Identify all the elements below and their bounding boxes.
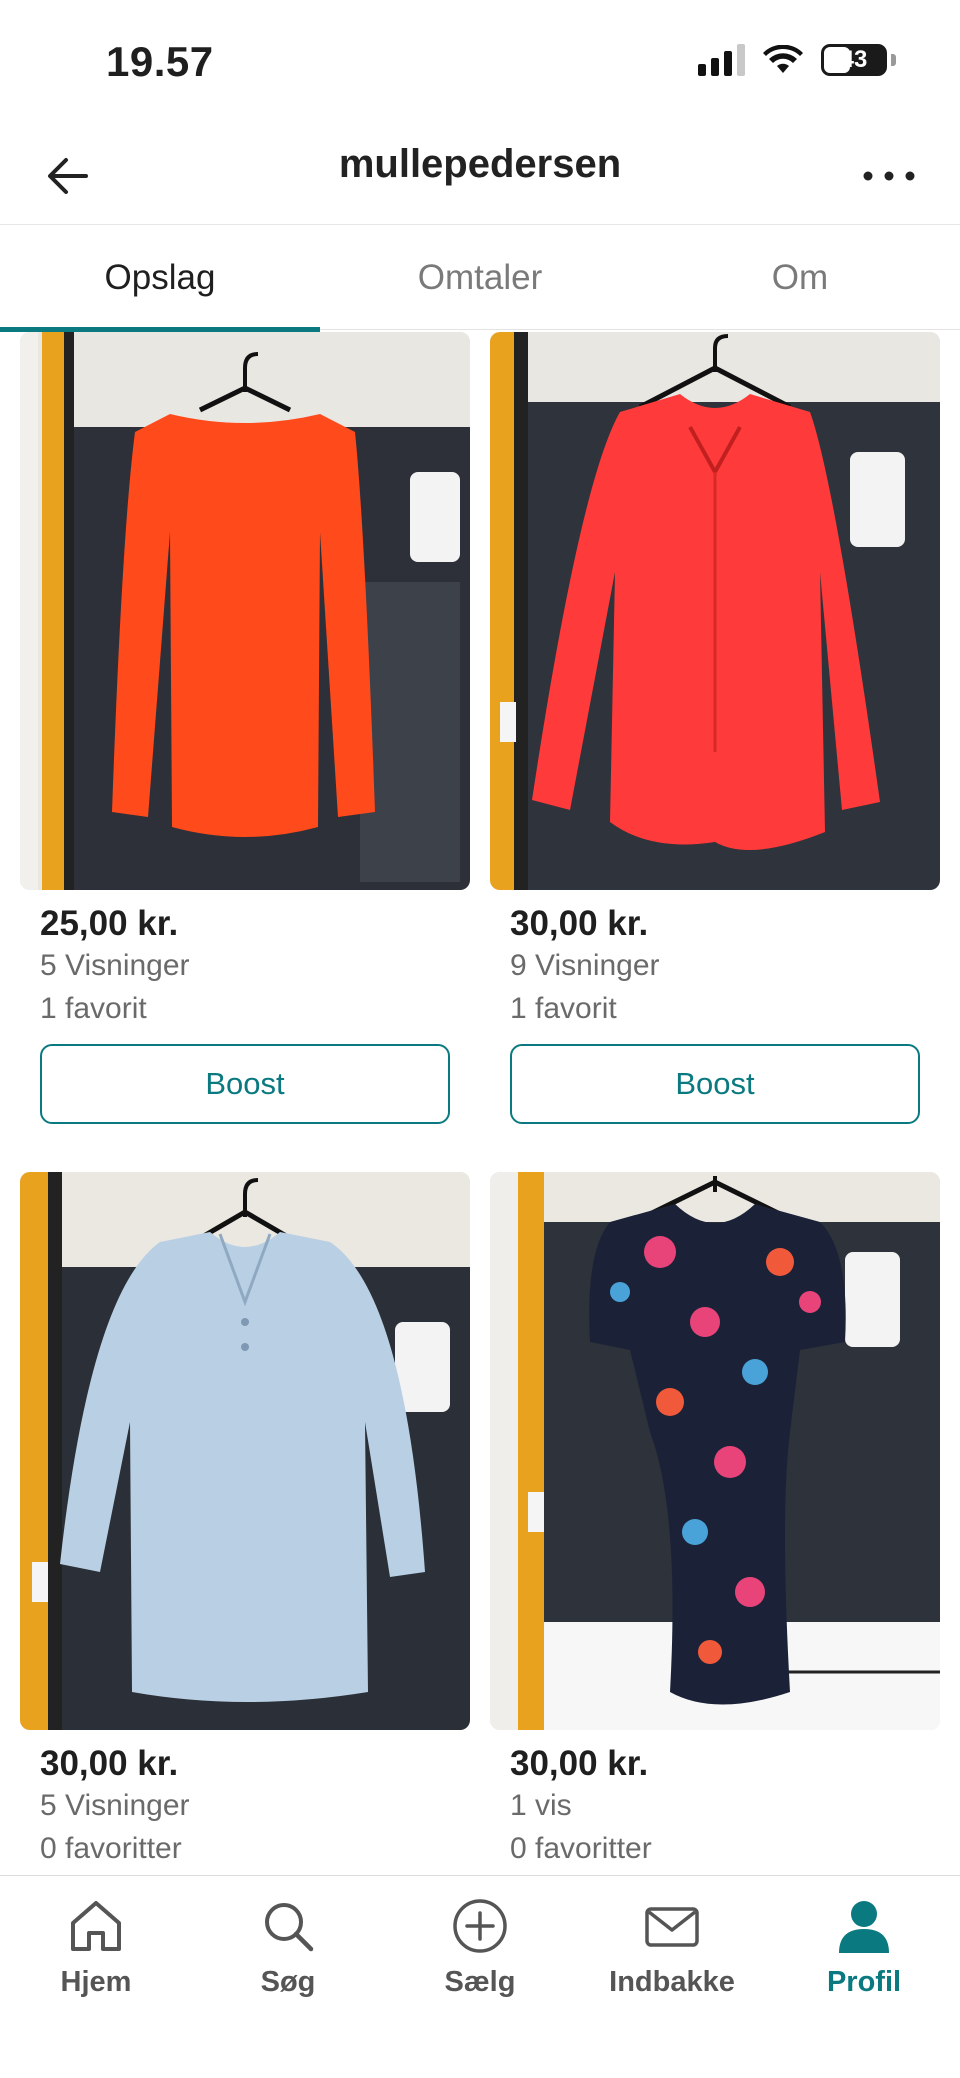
- listing-price: 30,00 kr.: [40, 1744, 179, 1783]
- nav-home[interactable]: Hjem: [0, 1876, 192, 2078]
- profile-header: mullepedersen: [0, 120, 960, 225]
- listing-favorites: 1 favorit: [510, 992, 617, 1025]
- plus-circle-icon: [453, 1899, 507, 1953]
- nav-inbox[interactable]: Indbakke: [576, 1876, 768, 2078]
- battery-tip: [891, 54, 896, 66]
- profile-icon: [839, 1901, 889, 1953]
- listing-views: 1 vis: [510, 1789, 572, 1822]
- tab-omtaler[interactable]: Omtaler: [320, 226, 640, 330]
- nav-search[interactable]: Søg: [192, 1876, 384, 2078]
- listing-favorites: 1 favorit: [40, 992, 147, 1025]
- listings-grid: 25,00 kr. 5 Visninger 1 favorit Boost 30…: [0, 332, 960, 1874]
- listing-photo[interactable]: [20, 332, 470, 890]
- status-bar: 19.57 43: [0, 0, 960, 120]
- cellular-signal-icon: [698, 44, 745, 76]
- listing-card[interactable]: 30,00 kr. 9 Visninger 1 favorit Boost: [490, 332, 940, 1124]
- ellipsis-icon: [863, 171, 915, 181]
- listing-photo[interactable]: [490, 332, 940, 890]
- nav-label: Hjem: [60, 1966, 132, 1998]
- nav-sell[interactable]: Sælg: [384, 1876, 576, 2078]
- boost-button[interactable]: Boost: [40, 1044, 450, 1124]
- listing-views: 9 Visninger: [510, 949, 660, 982]
- boost-button[interactable]: Boost: [510, 1044, 920, 1124]
- listing-favorites: 0 favoritter: [40, 1832, 182, 1865]
- listing-price: 30,00 kr.: [510, 1744, 649, 1783]
- more-options-button[interactable]: [854, 144, 924, 208]
- listing-favorites: 0 favoritter: [510, 1832, 652, 1865]
- nav-label: Profil: [826, 1966, 902, 1998]
- listing-price: 25,00 kr.: [40, 904, 179, 943]
- bottom-navigation: Hjem Søg Sælg Indbakke Profil: [0, 1875, 960, 2078]
- battery-level: 43: [840, 46, 868, 73]
- nav-label: Indbakke: [609, 1966, 735, 1998]
- tab-om[interactable]: Om: [640, 226, 960, 330]
- listing-price: 30,00 kr.: [510, 904, 649, 943]
- listing-card[interactable]: 30,00 kr. 5 Visninger 0 favoritter: [20, 1172, 470, 1870]
- nav-label: Sælg: [444, 1966, 516, 1998]
- listing-card[interactable]: 30,00 kr. 1 vis 0 favoritter: [490, 1172, 940, 1870]
- nav-label: Søg: [260, 1966, 316, 1998]
- home-icon: [71, 1901, 121, 1951]
- page-title: mullepedersen: [338, 142, 622, 186]
- mail-icon: [645, 1907, 699, 1947]
- status-icons: 43: [698, 44, 896, 76]
- tab-opslag[interactable]: Opslag: [0, 226, 320, 332]
- search-icon: [265, 1903, 314, 1952]
- listing-photo[interactable]: [490, 1172, 940, 1730]
- profile-tabs: Opslag Omtaler Om: [0, 226, 960, 332]
- battery-icon: 43: [821, 44, 887, 76]
- listing-views: 5 Visninger: [40, 949, 190, 982]
- status-time: 19.57: [106, 38, 214, 85]
- nav-profile[interactable]: Profil: [768, 1876, 960, 2078]
- listing-card[interactable]: 25,00 kr. 5 Visninger 1 favorit Boost: [20, 332, 470, 1124]
- listing-views: 5 Visninger: [40, 1789, 190, 1822]
- wifi-icon: [763, 45, 803, 73]
- listing-photo[interactable]: [20, 1172, 470, 1730]
